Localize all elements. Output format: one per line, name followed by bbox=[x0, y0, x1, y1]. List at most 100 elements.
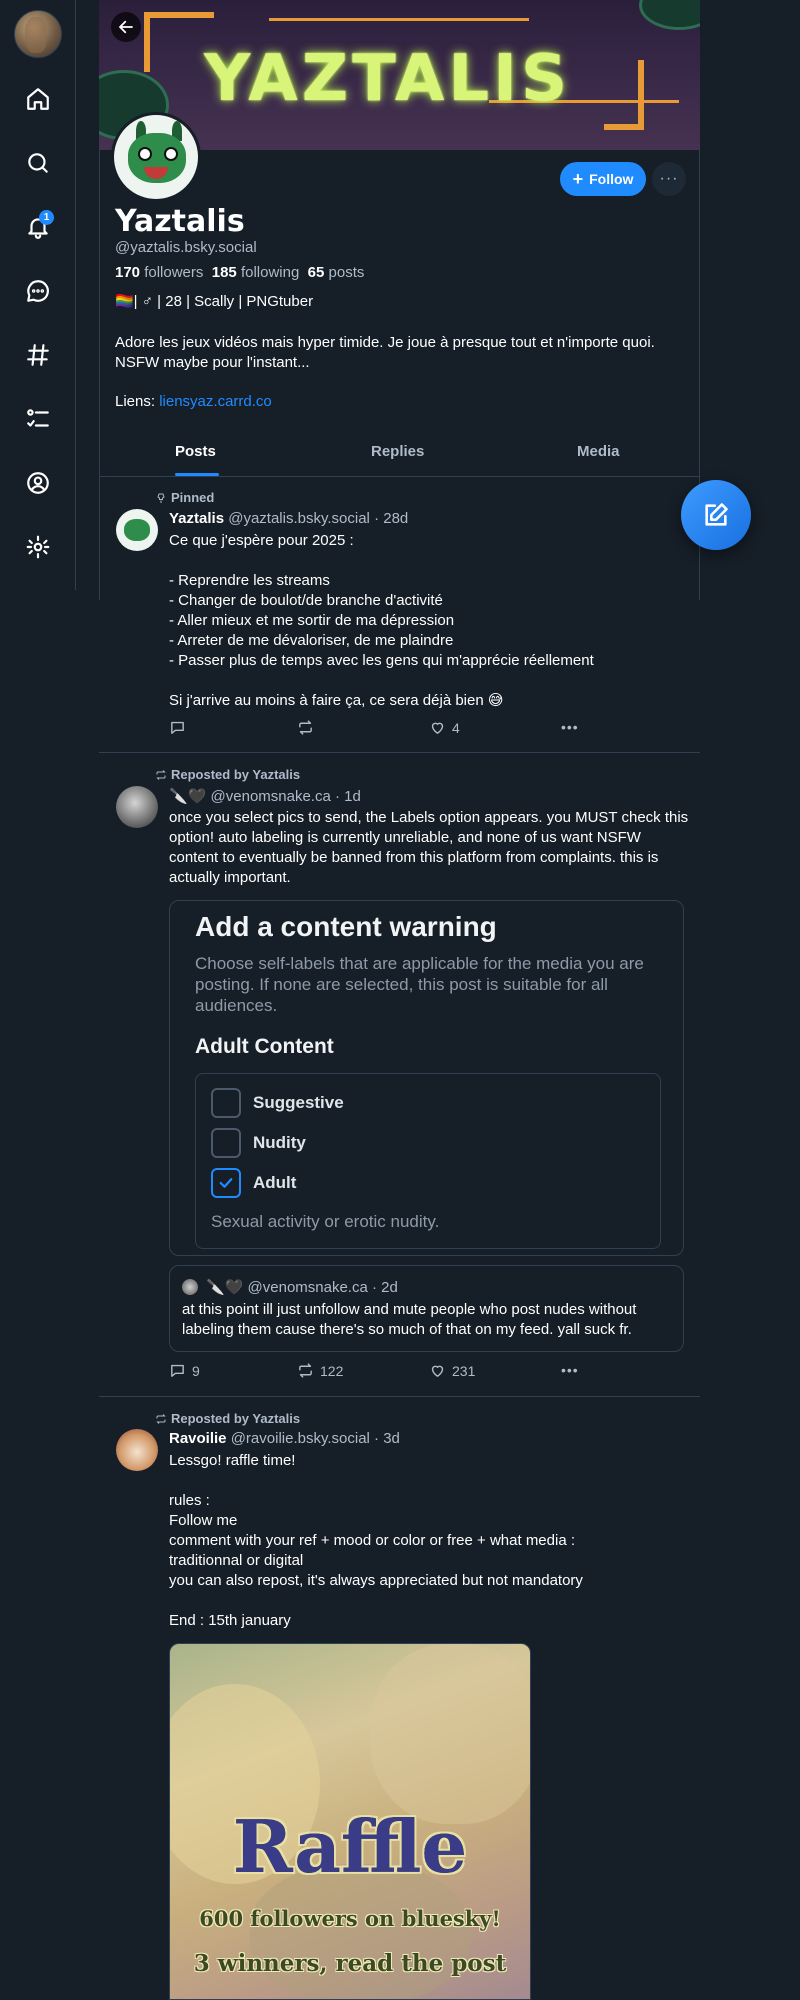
quoted-post-header: 🔪🖤 @venomsnake.ca · 2d bbox=[206, 1278, 398, 1296]
banner-frame-ornament bbox=[269, 18, 529, 21]
compose-post-button[interactable] bbox=[681, 480, 751, 550]
repost-icon bbox=[156, 769, 166, 780]
embed-title: Add a content warning bbox=[195, 911, 497, 942]
heart-icon bbox=[431, 722, 444, 734]
checkbox-icon bbox=[211, 1088, 241, 1118]
checkbox-checked-icon bbox=[211, 1168, 241, 1198]
quoted-post-card[interactable]: 🔪🖤 @venomsnake.ca · 2d at this point ill… bbox=[169, 1265, 684, 1352]
post-divider bbox=[99, 752, 700, 753]
reply-button[interactable] bbox=[169, 719, 192, 736]
posts-count: 65 bbox=[307, 264, 325, 281]
post-context-repost: Reposted by Yaztalis bbox=[155, 1411, 300, 1426]
nav-chat[interactable] bbox=[18, 271, 58, 311]
nav-search[interactable] bbox=[18, 143, 58, 183]
avatar-eye bbox=[164, 147, 178, 161]
repost-button[interactable] bbox=[297, 719, 320, 736]
embed-section-heading: Adult Content bbox=[195, 1035, 334, 1058]
profile-avatar[interactable] bbox=[111, 112, 201, 202]
post-image-raffle[interactable]: Raffle 600 followers on bluesky! 3 winne… bbox=[169, 1643, 531, 2000]
post-context-label: Reposted by Yaztalis bbox=[171, 767, 301, 782]
post-author-avatar[interactable] bbox=[116, 786, 158, 828]
plus-icon: + bbox=[572, 169, 584, 189]
raffle-title: Raffle bbox=[232, 1804, 468, 1889]
active-tab-indicator bbox=[175, 473, 219, 476]
links-label: Liens: bbox=[115, 393, 156, 410]
following-label: following bbox=[240, 264, 300, 281]
banner-frame-ornament bbox=[604, 60, 644, 130]
home-icon bbox=[27, 88, 49, 110]
follow-label: Follow bbox=[589, 171, 634, 187]
post-actions: 4 ••• bbox=[169, 719, 589, 741]
banner-cloud-ornament bbox=[639, 0, 700, 30]
following-stat[interactable]: 185 following bbox=[212, 264, 300, 281]
reply-icon bbox=[171, 721, 184, 734]
post-author-handle[interactable]: @ravoilie.bsky.social bbox=[231, 1430, 370, 1447]
post-image-content-warning-screenshot[interactable]: Add a content warning Choose self-labels… bbox=[169, 900, 684, 1256]
post-more-button[interactable]: ••• bbox=[561, 719, 579, 735]
back-button[interactable] bbox=[111, 12, 141, 42]
like-button[interactable]: 4 bbox=[429, 719, 460, 736]
compose-icon bbox=[705, 503, 728, 526]
post-author-avatar[interactable] bbox=[116, 509, 158, 551]
raffle-subtitle: 600 followers on bluesky! bbox=[199, 1906, 501, 1931]
checkbox-icon bbox=[211, 1128, 241, 1158]
ellipsis-icon: ••• bbox=[561, 1362, 579, 1378]
post-header: 🔪🖤 @venomsnake.ca · 1d bbox=[169, 787, 361, 805]
display-name: Yaztalis bbox=[115, 204, 245, 239]
post-timestamp[interactable]: · 28d bbox=[374, 510, 408, 527]
post-author-name[interactable]: Yaztalis bbox=[169, 510, 224, 527]
repost-icon bbox=[156, 1413, 166, 1424]
profile-link[interactable]: liensyaz.carrd.co bbox=[159, 393, 272, 410]
post-context-label: Pinned bbox=[171, 490, 215, 505]
posts-stat: 65 posts bbox=[308, 264, 365, 281]
hashtag-icon bbox=[27, 344, 49, 366]
embed-option: Nudity bbox=[211, 1128, 306, 1158]
post-context-label: Reposted by Yaztalis bbox=[171, 1411, 301, 1426]
tab-media[interactable]: Media bbox=[577, 443, 620, 460]
current-user-avatar[interactable] bbox=[14, 10, 62, 58]
post-context-pinned: Pinned bbox=[155, 490, 214, 505]
nav-lists[interactable] bbox=[18, 399, 58, 439]
ellipsis-icon: ··· bbox=[659, 170, 679, 187]
like-button[interactable]: 231 bbox=[429, 1362, 475, 1379]
pin-icon bbox=[157, 493, 165, 503]
notification-badge: 1 bbox=[39, 210, 54, 225]
repost-button[interactable]: 122 bbox=[297, 1362, 343, 1379]
post-text: once you select pics to send, the Labels… bbox=[169, 809, 689, 886]
following-count: 185 bbox=[211, 264, 237, 281]
post-timestamp[interactable]: · 1d bbox=[335, 788, 361, 805]
post-author-handle[interactable]: @yaztalis.bsky.social bbox=[228, 510, 370, 527]
left-navigation-rail: 1 bbox=[0, 0, 76, 590]
tab-posts[interactable]: Posts bbox=[175, 443, 216, 460]
tab-replies[interactable]: Replies bbox=[371, 443, 424, 460]
followers-label: followers bbox=[144, 264, 204, 281]
like-count: 231 bbox=[452, 1362, 476, 1379]
nav-home[interactable] bbox=[18, 79, 58, 119]
raffle-art-shape bbox=[370, 1644, 530, 1824]
post-author-avatar[interactable] bbox=[116, 1429, 158, 1471]
embed-description: Choose self-labels that are applicable f… bbox=[195, 954, 644, 1015]
nav-notifications[interactable]: 1 bbox=[18, 207, 58, 247]
embed-option-note: Sexual activity or erotic nudity. bbox=[211, 1212, 440, 1231]
user-circle-icon bbox=[27, 472, 49, 494]
nav-feeds[interactable] bbox=[18, 335, 58, 375]
embed-option-label: Suggestive bbox=[253, 1093, 344, 1112]
follow-button[interactable]: + Follow bbox=[560, 162, 646, 196]
nav-settings[interactable] bbox=[18, 527, 58, 567]
quoted-author-avatar bbox=[182, 1279, 198, 1295]
repost-icon bbox=[299, 1363, 312, 1378]
followers-stat[interactable]: 170 followers bbox=[115, 264, 203, 281]
nav-profile[interactable] bbox=[18, 463, 58, 503]
search-icon bbox=[28, 153, 48, 173]
profile-more-button[interactable]: ··· bbox=[652, 162, 686, 196]
post-timestamp[interactable]: · 3d bbox=[374, 1430, 400, 1447]
repost-icon bbox=[299, 720, 312, 735]
post-header: Ravoilie @ravoilie.bsky.social · 3d bbox=[169, 1430, 400, 1447]
post-actions: 9 122 231 ••• bbox=[169, 1362, 589, 1384]
post-author-name[interactable]: Ravoilie bbox=[169, 1430, 227, 1447]
reply-button[interactable]: 9 bbox=[169, 1362, 200, 1379]
post-author-name[interactable]: 🔪🖤 bbox=[169, 788, 206, 805]
post-more-button[interactable]: ••• bbox=[561, 1362, 579, 1378]
post-author-handle[interactable]: @venomsnake.ca bbox=[211, 788, 331, 805]
arrow-left-icon bbox=[119, 20, 133, 34]
